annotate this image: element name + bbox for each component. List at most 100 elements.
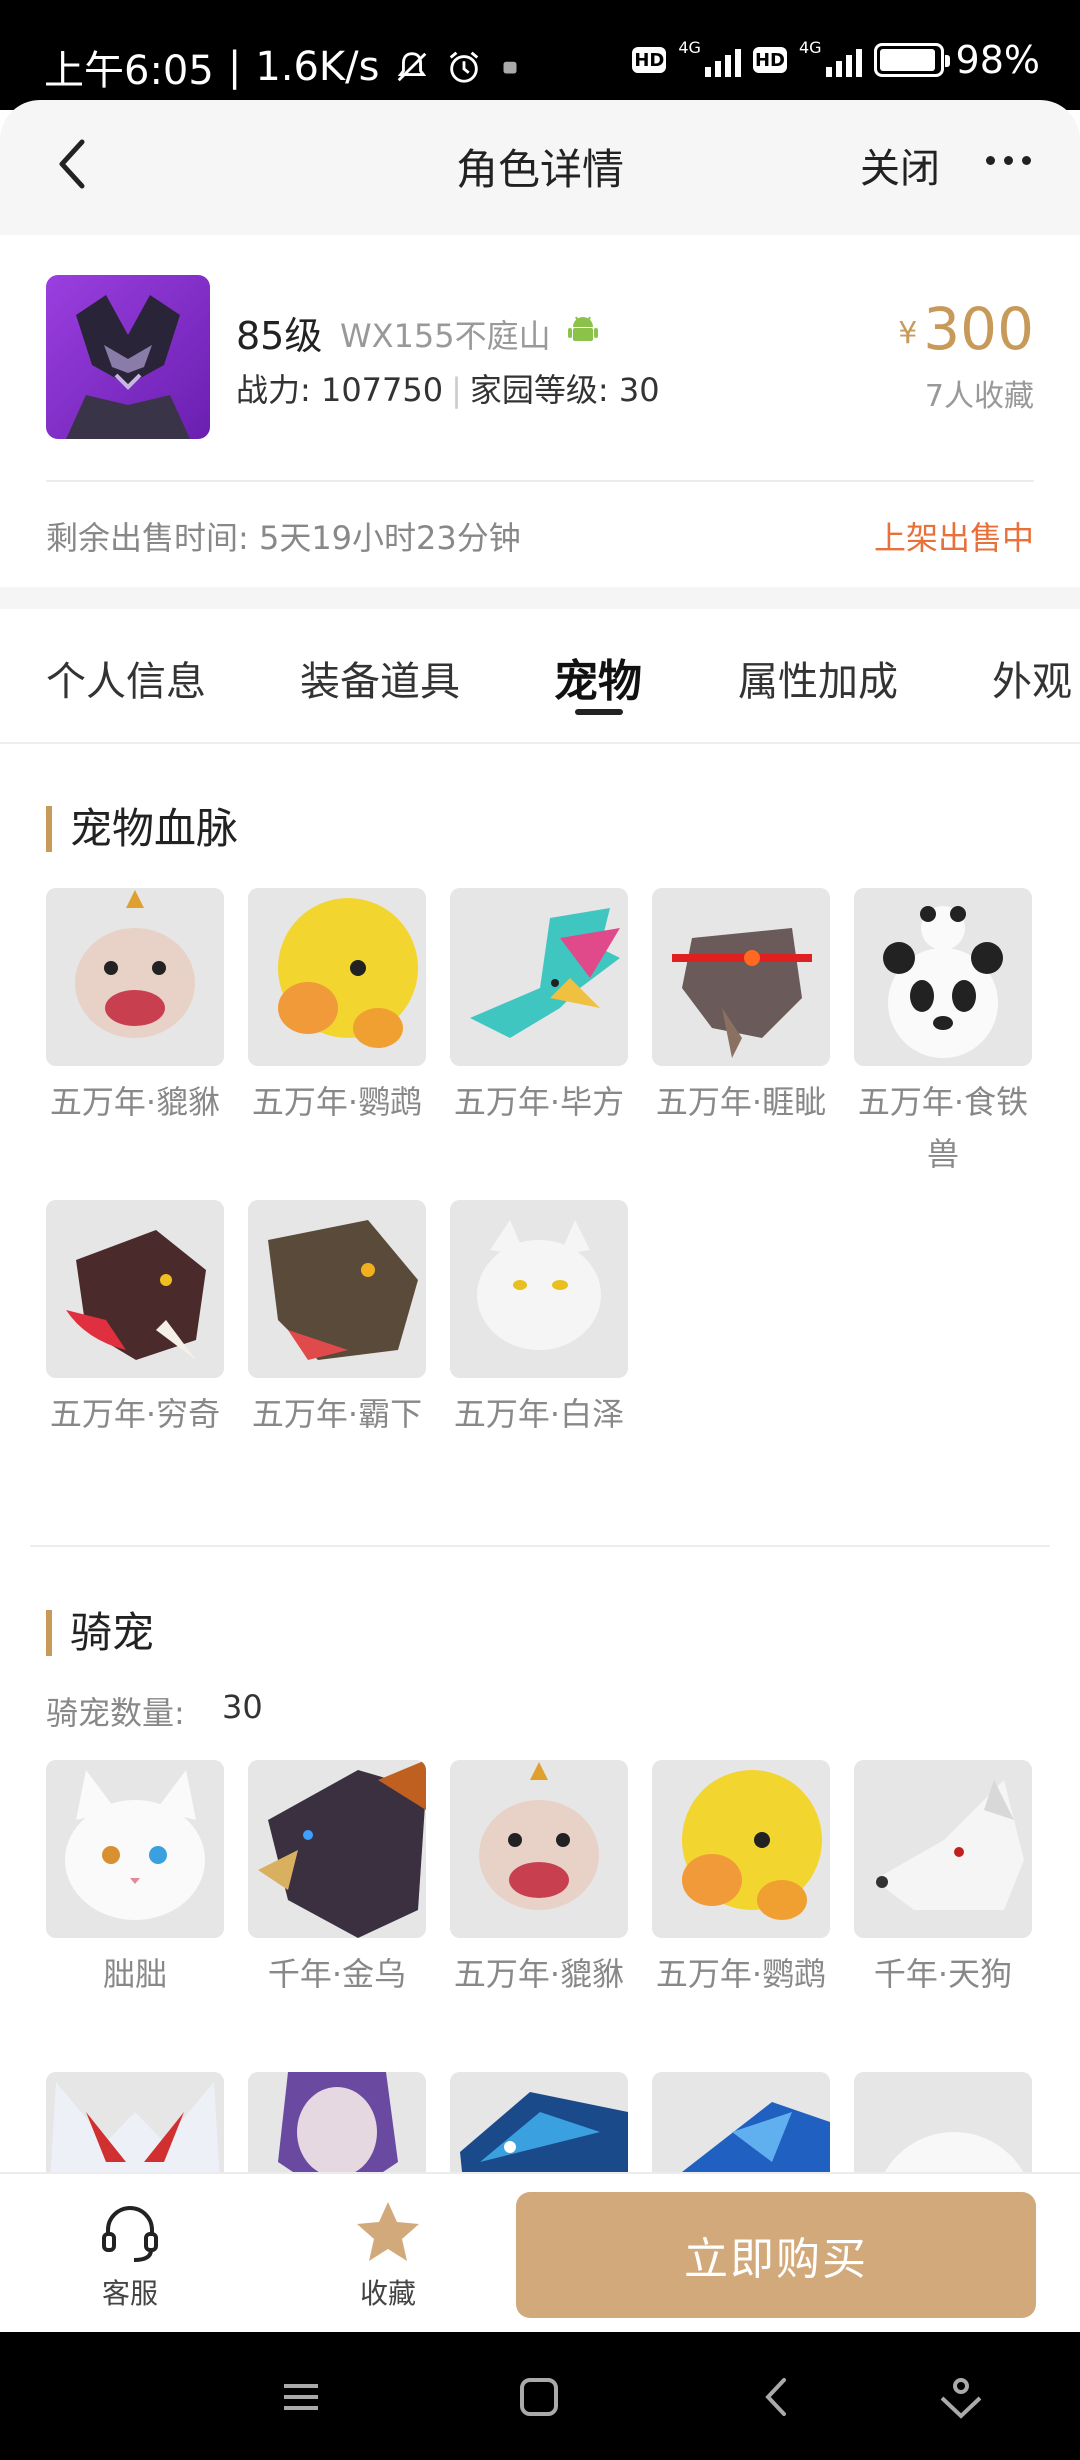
status-bar: 上午6:05 | 1.6K/s HD 4G HD 4G 98% — [0, 0, 1080, 110]
header: 角色详情 关闭 — [0, 100, 1080, 235]
pet-item[interactable]: 五万年·食铁兽 — [854, 888, 1032, 1180]
tab-appearance[interactable]: 外观 — [992, 649, 1072, 707]
pet-item[interactable]: 五万年·白泽 — [450, 1200, 628, 1440]
pet-name: 五万年·睚眦 — [655, 1083, 827, 1121]
pixiu-icon — [450, 1760, 628, 1938]
signal-icon — [825, 43, 862, 77]
yazi-icon — [652, 888, 830, 1066]
pet-name: 五万年·白泽 — [453, 1395, 625, 1433]
hd-badge-2: HD — [752, 47, 787, 73]
parrot-icon — [652, 1760, 830, 1938]
star-icon — [357, 2202, 419, 2261]
white-cat-icon — [46, 1760, 224, 1938]
pet-item[interactable]: 五万年·霸下 — [248, 1200, 426, 1440]
signal-icon — [704, 43, 741, 77]
close-button[interactable]: 关闭 — [860, 136, 940, 194]
system-nav-bar — [0, 2332, 1080, 2460]
bifang-icon — [450, 888, 628, 1066]
section-gap — [0, 587, 1080, 609]
home-icon[interactable] — [514, 2372, 564, 2422]
mount-count-label: 骑宠数量: — [46, 1694, 185, 1732]
combat-power: 战力: 107750 — [236, 371, 444, 409]
favorite-label: 收藏 — [359, 2277, 416, 2310]
tab-personal-info[interactable]: 个人信息 — [46, 649, 206, 707]
customer-service-label: 客服 — [101, 2277, 158, 2310]
character-card: 85级 WX155不庭山 战力: 107750 | 家园等级: 30 ¥300 7人… — [0, 235, 1080, 587]
alarm-icon — [450, 51, 479, 83]
character-avatar[interactable] — [46, 275, 210, 439]
pet-item[interactable]: 五万年·睚眦 — [652, 888, 830, 1128]
character-level: 85级 — [236, 314, 323, 358]
mount-item[interactable]: 五万年·貔貅 — [450, 1760, 628, 2000]
pet-item[interactable]: 五万年·鹦鹉 — [248, 888, 426, 1128]
back-icon[interactable] — [752, 2372, 802, 2422]
favorite-button[interactable]: 收藏 — [338, 2196, 438, 2312]
mount-item[interactable]: 胐胐 — [46, 1760, 224, 2000]
pet-item[interactable]: 五万年·毕方 — [450, 888, 628, 1128]
mount-item[interactable]: 五万年·鹦鹉 — [652, 1760, 830, 2000]
status-speed: 1.6K/s — [255, 44, 380, 90]
favorite-count: 7人收藏 — [924, 379, 1034, 414]
mount-name: 五万年·鹦鹉 — [655, 1955, 827, 1993]
parrot-icon — [248, 888, 426, 1066]
white-wolf-icon — [854, 1760, 1032, 1938]
mount-item[interactable]: 千年·天狗 — [854, 1760, 1032, 2000]
more-options-icon[interactable] — [986, 156, 1031, 165]
tab-bar: 个人信息 装备道具 宠物 属性加成 外观 — [0, 609, 1080, 744]
sale-status: 上架出售中 — [873, 519, 1034, 557]
tab-attributes[interactable]: 属性加成 — [738, 649, 898, 707]
dragon-icon — [248, 1760, 426, 1938]
card-divider — [46, 480, 1034, 482]
hd-badge-1: HD — [632, 47, 667, 73]
pet-bloodline-title: 宠物血脉 — [46, 806, 238, 852]
pet-name: 五万年·貔貅 — [49, 1083, 221, 1121]
stats-separator: | — [451, 371, 462, 409]
bottom-action-bar: 客服 收藏 立即购买 — [0, 2172, 1080, 2332]
mount-name: 千年·金乌 — [267, 1955, 407, 1993]
pet-name: 五万年·毕方 — [453, 1083, 625, 1121]
mount-name: 千年·天狗 — [873, 1955, 1013, 1993]
active-tab-indicator — [575, 709, 623, 715]
status-left: 上午6:05 | 1.6K/s — [44, 38, 523, 96]
pet-name: 五万年·霸下 — [251, 1395, 423, 1433]
robot-avatar-icon — [46, 275, 210, 439]
price: ¥300 — [898, 295, 1034, 363]
remaining-time: 剩余出售时间: 5天19小时23分钟 — [46, 519, 521, 557]
mount-name: 胐胐 — [102, 1955, 167, 1993]
qiongqi-icon — [46, 1200, 224, 1378]
section-divider — [30, 1545, 1050, 1547]
mounts-grid: 胐胐 千年·金乌 五万年·貔貅 五万年·鹦鹉 千年·天狗 — [46, 1760, 1034, 2250]
battery-percent: 98% — [955, 38, 1040, 82]
baize-icon — [450, 1200, 628, 1378]
character-server: WX155不庭山 — [340, 317, 551, 355]
pet-name: 五万年·鹦鹉 — [251, 1083, 423, 1121]
app-notification-icon — [503, 61, 517, 74]
mount-name: 五万年·貔貅 — [453, 1955, 625, 1993]
status-time: 上午6:05 — [44, 48, 214, 94]
network-type-2: 4G — [798, 38, 822, 57]
pet-item[interactable]: 五万年·穷奇 — [46, 1200, 224, 1440]
network-type-1: 4G — [678, 38, 701, 57]
status-right: HD 4G HD 4G 98% — [632, 38, 1040, 82]
pixiu-icon — [46, 888, 224, 1066]
mounts-title: 骑宠 — [46, 1610, 154, 1656]
price-currency: ¥ — [898, 316, 918, 351]
character-stats: 战力: 107750 | 家园等级: 30 — [236, 365, 660, 411]
mount-count-value: 30 — [222, 1688, 263, 1726]
battery-icon — [873, 43, 950, 77]
baxia-icon — [248, 1200, 426, 1378]
tab-equipment[interactable]: 装备道具 — [300, 649, 460, 707]
price-amount: 300 — [923, 295, 1034, 363]
headset-icon — [102, 2206, 158, 2262]
customer-service-button[interactable]: 客服 — [80, 2196, 180, 2312]
tab-pets[interactable]: 宠物 — [554, 645, 642, 709]
pet-bloodline-grid: 五万年·貔貅 五万年·鹦鹉 五万年·毕方 五万年·睚眦 五万年·食铁兽 五万年·… — [46, 888, 1034, 1488]
menu-icon[interactable] — [276, 2372, 326, 2422]
pet-item[interactable]: 五万年·貔貅 — [46, 888, 224, 1128]
mount-item[interactable]: 千年·金乌 — [248, 1760, 426, 2000]
status-divider: | — [227, 44, 242, 90]
pet-name: 五万年·食铁兽 — [857, 1083, 1029, 1173]
home-level: 家园等级: 30 — [469, 371, 660, 409]
buy-now-button[interactable]: 立即购买 — [516, 2192, 1036, 2318]
assistant-icon[interactable] — [936, 2372, 986, 2422]
